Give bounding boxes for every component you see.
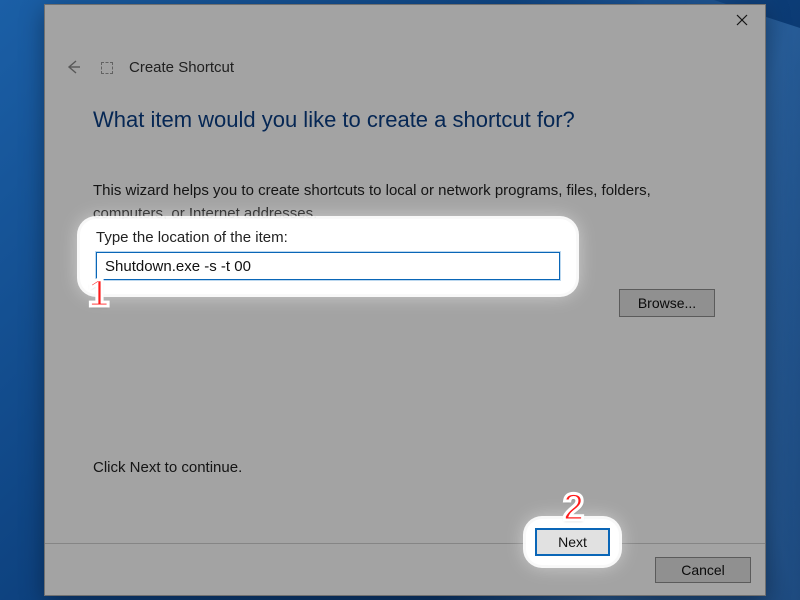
close-button[interactable]	[719, 5, 765, 35]
browse-button[interactable]: Browse...	[619, 289, 715, 317]
back-arrow-icon	[64, 58, 82, 76]
page-heading: What item would you like to create a sho…	[93, 107, 717, 133]
back-button[interactable]	[61, 55, 85, 79]
annotation-callout-1: 1	[88, 273, 109, 316]
wizard-header: Create Shortcut	[45, 39, 765, 79]
shortcut-icon	[101, 62, 113, 74]
location-label: Type the location of the item:	[96, 229, 560, 246]
close-icon	[736, 14, 748, 26]
create-shortcut-dialog: Create Shortcut What item would you like…	[44, 4, 766, 596]
dialog-title: Create Shortcut	[129, 59, 234, 76]
cancel-button[interactable]: Cancel	[655, 557, 751, 583]
titlebar	[45, 5, 765, 39]
dialog-footer: Next Cancel	[45, 543, 765, 595]
next-button[interactable]: Next	[536, 529, 609, 555]
continue-hint: Click Next to continue.	[93, 459, 717, 476]
highlight-location-field: Type the location of the item:	[80, 219, 576, 294]
annotation-callout-2: 2	[563, 487, 584, 530]
location-input[interactable]	[96, 252, 560, 280]
